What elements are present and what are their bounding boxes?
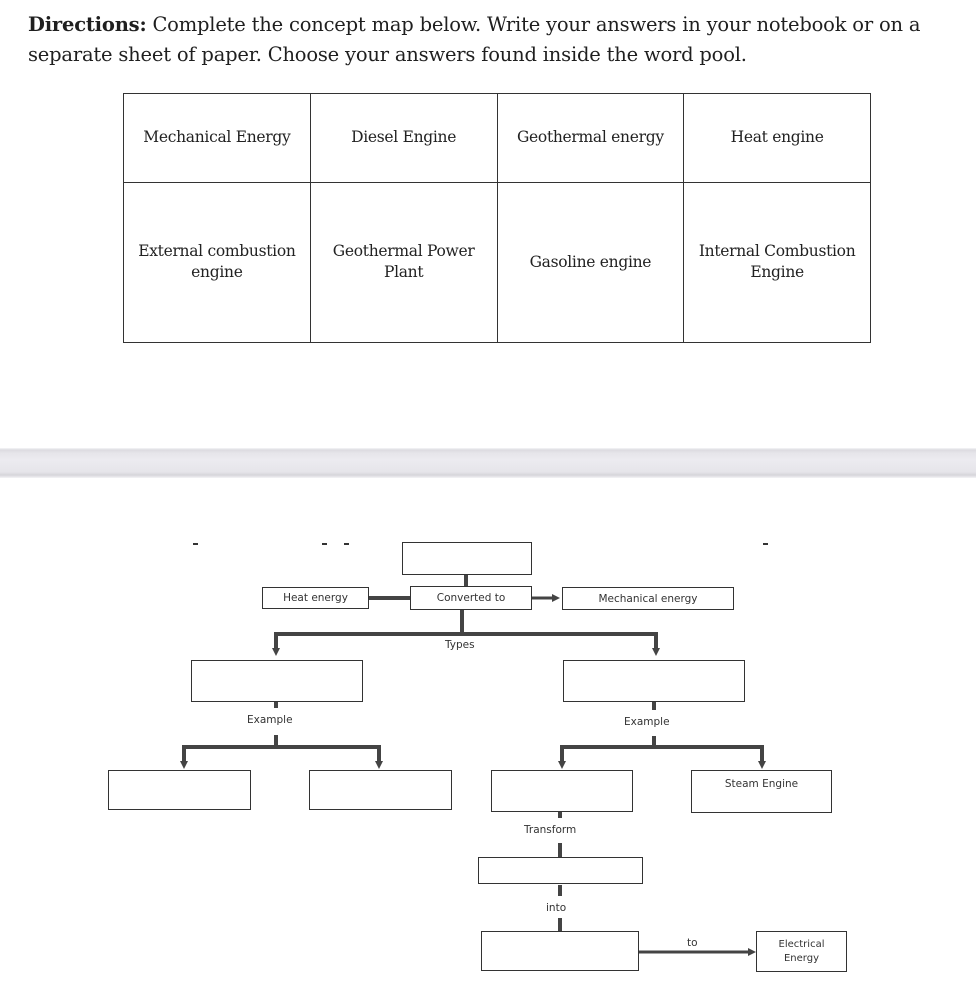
steam-engine-node: Steam Engine [691, 770, 832, 813]
left-example-answer-box-2[interactable] [309, 770, 452, 810]
right-example-label: Example [624, 716, 670, 728]
transform-label: Transform [524, 824, 577, 836]
left-example-label: Example [247, 714, 293, 726]
top-answer-box[interactable] [402, 542, 532, 575]
to-label: to [687, 937, 698, 949]
left-type-answer-box[interactable] [191, 660, 363, 702]
transform-answer-box[interactable] [478, 857, 643, 884]
into-answer-box[interactable] [481, 931, 639, 971]
right-type-answer-box[interactable] [563, 660, 745, 702]
converted-to-node: Converted to [410, 586, 532, 610]
into-label: into [546, 902, 567, 914]
mechanical-energy-node: Mechanical energy [562, 587, 734, 610]
concept-map-connectors [180, 573, 766, 956]
heat-energy-node: Heat energy [262, 587, 369, 609]
types-label: Types [445, 639, 475, 651]
left-example-answer-box-1[interactable] [108, 770, 251, 810]
right-example-answer-box[interactable] [491, 770, 633, 812]
electrical-energy-node: Electrical Energy [756, 931, 847, 972]
